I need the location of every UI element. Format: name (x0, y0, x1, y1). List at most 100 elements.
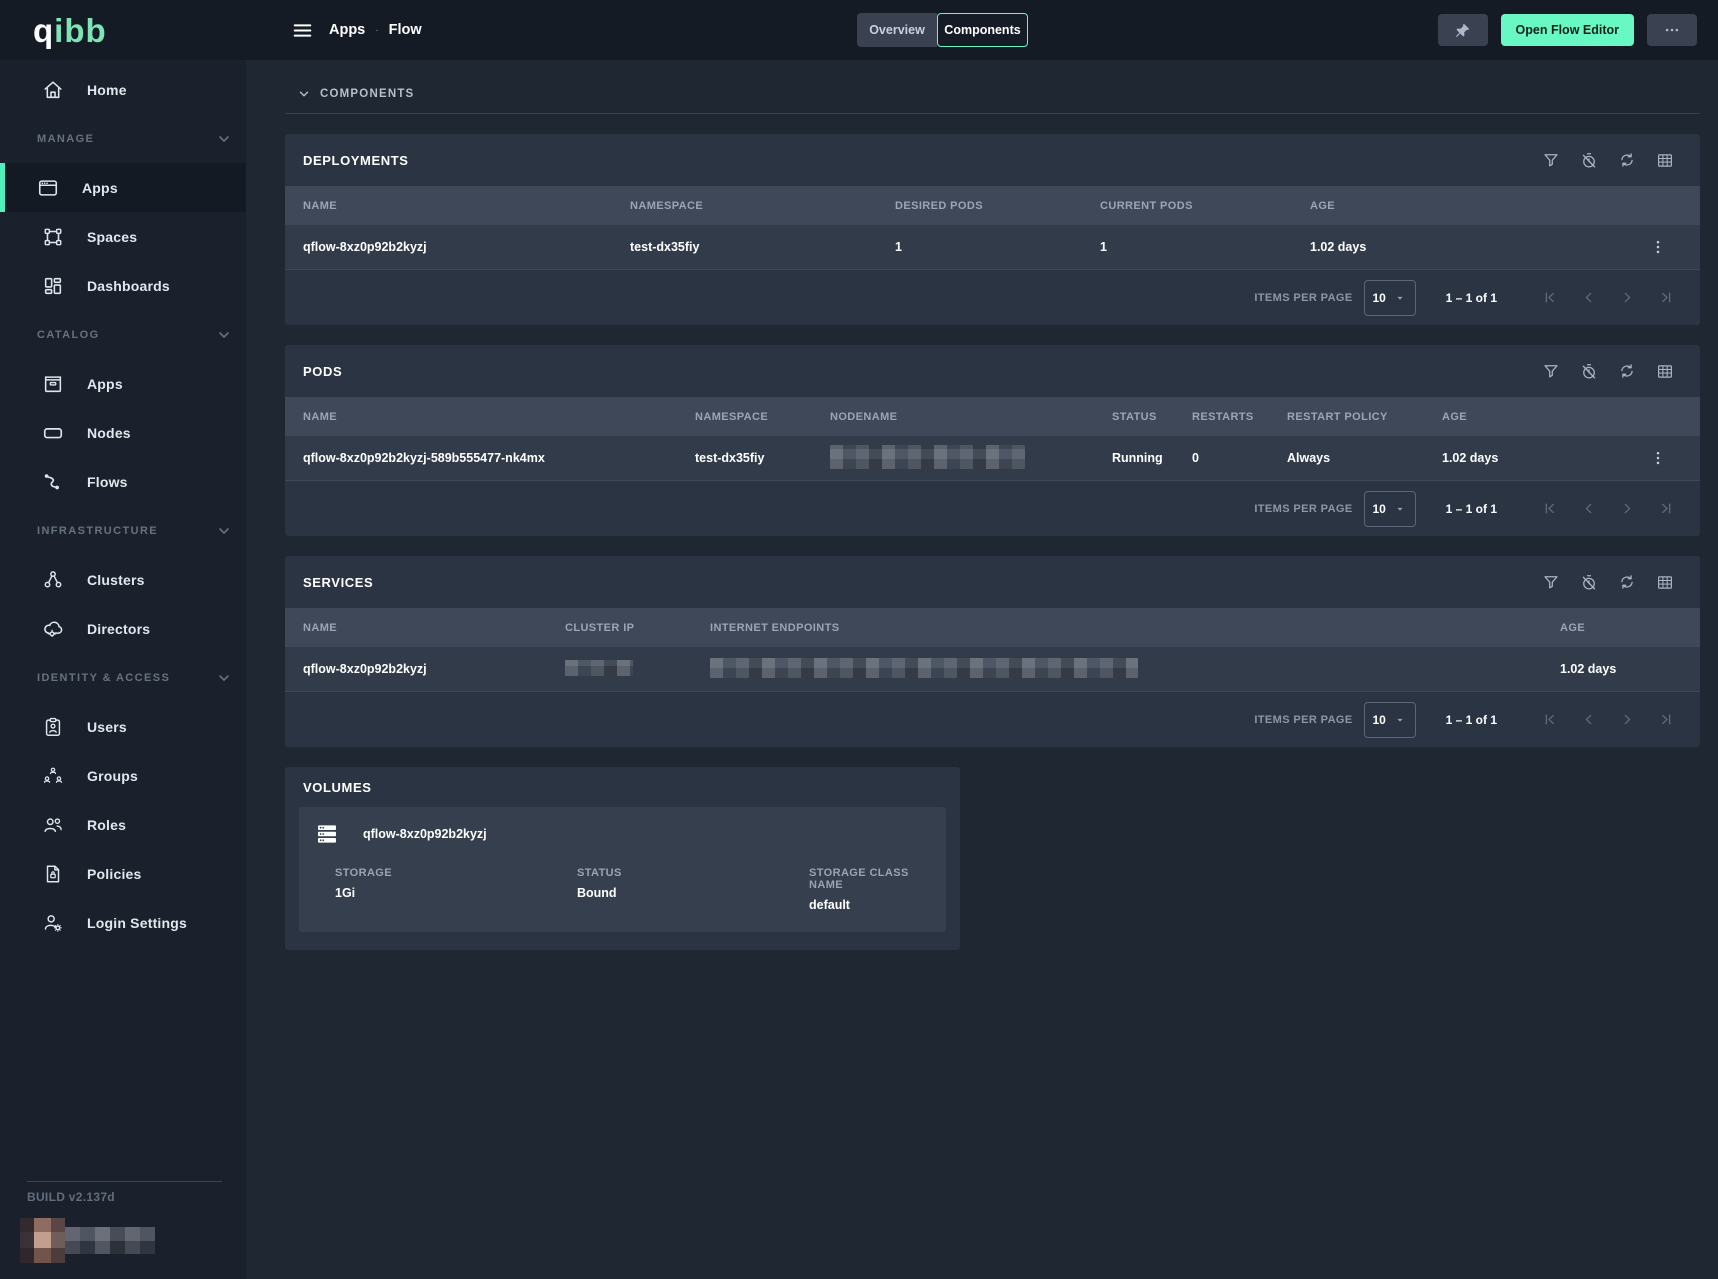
breadcrumb: Apps · Flow (329, 22, 422, 38)
sidebar-section-infrastructure[interactable]: INFRASTRUCTURE (0, 506, 246, 555)
col-name[interactable]: NAME (303, 411, 695, 423)
col-name[interactable]: NAME (303, 200, 630, 212)
tab-components[interactable]: Components (937, 13, 1028, 47)
col-current-pods[interactable]: CURRENT PODS (1100, 200, 1310, 212)
services-pagination: ITEMS PER PAGE 10 1 – 1 of 1 (285, 692, 1700, 747)
sidebar-item-home[interactable]: Home (0, 65, 246, 114)
directors-icon (42, 618, 64, 640)
columns-icon[interactable] (1656, 151, 1674, 169)
section-divider (285, 113, 1700, 114)
col-restart-policy[interactable]: RESTART POLICY (1287, 411, 1442, 423)
sidebar-item-groups[interactable]: Groups (0, 751, 246, 800)
last-page-icon[interactable] (1659, 501, 1674, 516)
items-per-page-select[interactable]: 10 (1364, 491, 1416, 527)
col-desired-pods[interactable]: DESIRED PODS (895, 200, 1100, 212)
sidebar: qibb Home MANAGE Apps Spaces Dashboards (0, 0, 246, 1279)
next-page-icon[interactable] (1620, 501, 1635, 516)
users-icon (42, 716, 64, 738)
components-section-toggle[interactable]: COMPONENTS (285, 82, 1700, 106)
sidebar-item-login-settings[interactable]: Login Settings (0, 898, 246, 947)
filter-icon[interactable] (1542, 151, 1560, 169)
auto-refresh-off-icon[interactable] (1580, 151, 1598, 169)
first-page-icon[interactable] (1542, 501, 1557, 516)
service-name: qflow-8xz0p92b2kyzj (303, 662, 565, 676)
pin-button[interactable] (1438, 14, 1488, 46)
sidebar-item-flows[interactable]: Flows (0, 457, 246, 506)
col-internet-endpoints[interactable]: INTERNET ENDPOINTS (710, 622, 1560, 634)
more-button[interactable] (1647, 14, 1697, 46)
volume-details: STORAGE 1Gi STATUS Bound STORAGE CLASS N… (315, 867, 930, 912)
pod-namespace: test-dx35fiy (695, 451, 830, 465)
col-name[interactable]: NAME (303, 622, 565, 634)
col-nodename[interactable]: NODENAME (830, 411, 1112, 423)
sidebar-item-clusters[interactable]: Clusters (0, 555, 246, 604)
current-user[interactable] (20, 1218, 222, 1263)
table-row[interactable]: qflow-8xz0p92b2kyzj 1.02 days (285, 647, 1700, 692)
columns-icon[interactable] (1656, 362, 1674, 380)
last-page-icon[interactable] (1659, 290, 1674, 305)
sidebar-item-label: Directors (87, 621, 150, 637)
sidebar-item-directors[interactable]: Directors (0, 604, 246, 653)
breadcrumb-apps[interactable]: Apps (329, 22, 365, 38)
col-cluster-ip[interactable]: CLUSTER IP (565, 622, 710, 634)
pager (1542, 501, 1674, 516)
next-page-icon[interactable] (1620, 290, 1635, 305)
table-row[interactable]: qflow-8xz0p92b2kyzj test-dx35fiy 1 1 1.0… (285, 225, 1700, 270)
columns-icon[interactable] (1656, 573, 1674, 591)
status-label: STATUS (577, 867, 809, 879)
col-namespace[interactable]: NAMESPACE (630, 200, 895, 212)
col-age[interactable]: AGE (1310, 200, 1636, 212)
sidebar-item-users[interactable]: Users (0, 702, 246, 751)
page-range: 1 – 1 of 1 (1446, 502, 1497, 516)
sidebar-nav: Home MANAGE Apps Spaces Dashboards CATAL… (0, 60, 246, 947)
pods-pagination: ITEMS PER PAGE 10 1 – 1 of 1 (285, 481, 1700, 536)
footer-divider (27, 1181, 222, 1182)
sidebar-item-spaces[interactable]: Spaces (0, 212, 246, 261)
filter-icon[interactable] (1542, 573, 1560, 591)
tab-overview[interactable]: Overview (857, 13, 937, 47)
col-status[interactable]: STATUS (1112, 411, 1192, 423)
volumes-title: VOLUMES (303, 780, 371, 795)
refresh-icon[interactable] (1618, 573, 1636, 591)
qibb-logo[interactable]: qibb (33, 14, 107, 47)
sidebar-section-catalog[interactable]: CATALOG (0, 310, 246, 359)
col-age[interactable]: AGE (1560, 622, 1680, 634)
prev-page-icon[interactable] (1581, 290, 1596, 305)
col-namespace[interactable]: NAMESPACE (695, 411, 830, 423)
col-restarts[interactable]: RESTARTS (1192, 411, 1287, 423)
first-page-icon[interactable] (1542, 712, 1557, 727)
items-per-page-select[interactable]: 10 (1364, 702, 1416, 738)
next-page-icon[interactable] (1620, 712, 1635, 727)
prev-page-icon[interactable] (1581, 501, 1596, 516)
open-flow-editor-button[interactable]: Open Flow Editor (1501, 14, 1634, 46)
filter-icon[interactable] (1542, 362, 1560, 380)
home-icon (42, 79, 64, 101)
sidebar-item-catalog-apps[interactable]: Apps (0, 359, 246, 408)
auto-refresh-off-icon[interactable] (1580, 573, 1598, 591)
refresh-icon[interactable] (1618, 151, 1636, 169)
pod-restart-policy: Always (1287, 451, 1442, 465)
items-per-page-select[interactable]: 10 (1364, 280, 1416, 316)
sidebar-item-policies[interactable]: Policies (0, 849, 246, 898)
deployment-desired-pods: 1 (895, 240, 1100, 254)
hamburger-menu-icon[interactable] (292, 20, 313, 41)
row-menu-icon[interactable] (1649, 238, 1667, 256)
pod-restarts: 0 (1192, 451, 1287, 465)
row-menu-icon[interactable] (1649, 449, 1667, 467)
sidebar-item-roles[interactable]: Roles (0, 800, 246, 849)
deployment-name: qflow-8xz0p92b2kyzj (303, 240, 630, 254)
caret-down-icon (1393, 291, 1407, 305)
volume-item[interactable]: qflow-8xz0p92b2kyzj STORAGE 1Gi STATUS B… (299, 807, 946, 932)
table-row[interactable]: qflow-8xz0p92b2kyzj-589b555477-nk4mx tes… (285, 436, 1700, 481)
sidebar-item-apps[interactable]: Apps (0, 163, 246, 212)
prev-page-icon[interactable] (1581, 712, 1596, 727)
sidebar-item-nodes[interactable]: Nodes (0, 408, 246, 457)
sidebar-item-dashboards[interactable]: Dashboards (0, 261, 246, 310)
last-page-icon[interactable] (1659, 712, 1674, 727)
refresh-icon[interactable] (1618, 362, 1636, 380)
col-age[interactable]: AGE (1442, 411, 1636, 423)
first-page-icon[interactable] (1542, 290, 1557, 305)
auto-refresh-off-icon[interactable] (1580, 362, 1598, 380)
sidebar-section-identity[interactable]: IDENTITY & ACCESS (0, 653, 246, 702)
sidebar-section-manage[interactable]: MANAGE (0, 114, 246, 163)
